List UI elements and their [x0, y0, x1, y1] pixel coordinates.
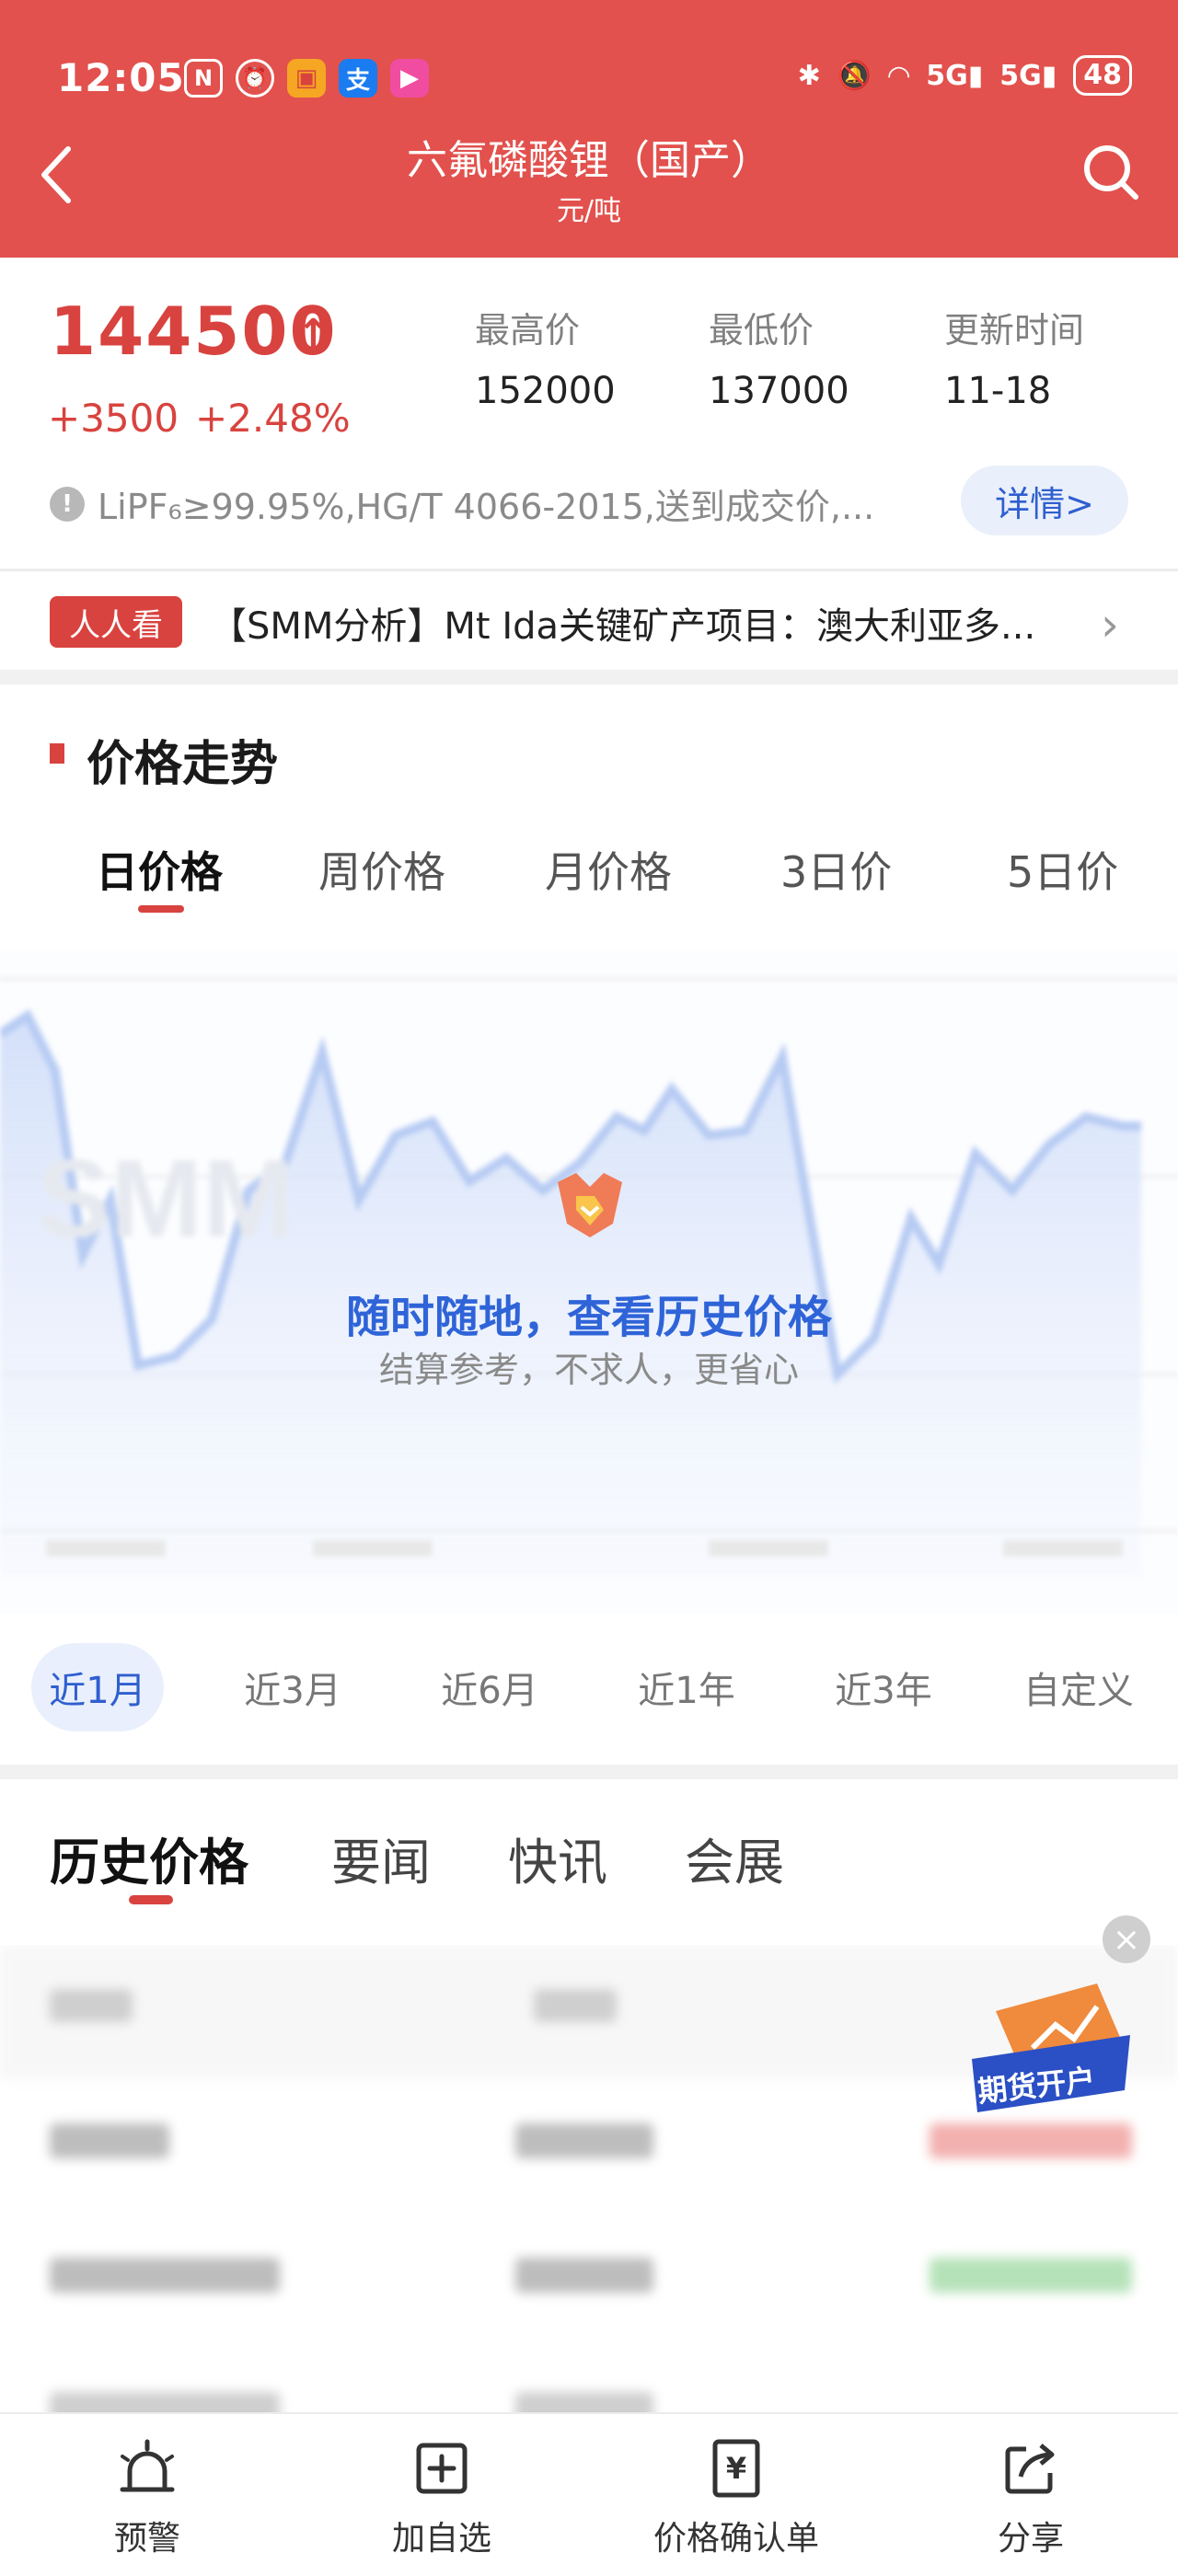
- high-price-label: 最高价: [475, 310, 581, 351]
- update-time-label: 更新时间: [944, 310, 1085, 351]
- status-system-icons: ✱ 🔕 ◠ 5G▮ 5G▮ 48: [798, 55, 1132, 96]
- ad-close-icon[interactable]: ×: [1103, 1915, 1150, 1963]
- svg-text:¥: ¥: [726, 2451, 746, 2486]
- range-1-year[interactable]: 近1年: [620, 1643, 753, 1731]
- bottom-navigation: 预警 加自选 ¥ 价格确认单 分享: [0, 2412, 1178, 2576]
- search-icon[interactable]: [1079, 140, 1143, 204]
- tab-5day-price[interactable]: 5日价: [1007, 839, 1118, 900]
- add-box-icon: [416, 2443, 468, 2494]
- update-time-value: 11-18: [944, 370, 1052, 412]
- tab-weekly-price[interactable]: 周价格: [318, 839, 445, 900]
- range-6-months[interactable]: 近6月: [423, 1643, 556, 1731]
- news-badge: 人人看: [50, 596, 182, 648]
- mute-icon: 🔕: [837, 59, 872, 92]
- nav-label-alert: 预警: [113, 2520, 180, 2558]
- divider: [0, 569, 1178, 571]
- yuan-receipt-icon: ¥: [712, 2439, 760, 2498]
- chevron-right-icon[interactable]: ›: [1101, 598, 1119, 651]
- current-price: 144500: [50, 293, 338, 370]
- price-change: +3500: [48, 396, 179, 441]
- spec-text: LiPF₆≥99.95%,HG/T 4066-2015,送到成交价,...: [98, 487, 875, 527]
- status-notification-icons: N ⏰ ▣ 支 ▶: [184, 59, 429, 98]
- alarm-icon: ⏰: [236, 59, 274, 98]
- high-price-value: 152000: [475, 370, 616, 412]
- page-unit: 元/吨: [556, 195, 622, 227]
- chart-lock-title[interactable]: 随时随地，查看历史价格: [0, 1281, 1178, 1345]
- section-divider: [0, 1765, 1178, 1779]
- low-price-value: 137000: [709, 370, 849, 412]
- bluetooth-icon: ✱: [797, 59, 821, 92]
- svg-text:SMM: SMM: [37, 1137, 294, 1260]
- lower-tab-active-indicator: [129, 1895, 173, 1904]
- tab-monthly-price[interactable]: 月价格: [545, 839, 672, 900]
- tab-flash-news[interactable]: 快讯: [508, 1822, 607, 1894]
- low-price-label: 最低价: [709, 310, 814, 351]
- status-time: 12:05: [57, 55, 185, 100]
- app-header: 12:05 N ⏰ ▣ 支 ▶ ✱ 🔕 ◠ 5G▮ 5G▮ 48 六氟磷酸锂（国…: [0, 0, 1178, 258]
- info-icon: !: [50, 486, 85, 522]
- chart-lock-subtitle: 结算参考，不求人，更省心: [378, 1350, 799, 1390]
- range-3-years[interactable]: 近3年: [817, 1643, 950, 1731]
- nav-add-watchlist[interactable]: 加自选: [331, 2436, 552, 2559]
- detail-button[interactable]: 详情>: [961, 466, 1128, 535]
- nav-label-add-watchlist: 加自选: [391, 2520, 491, 2558]
- signal-icon-2: 5G▮: [999, 59, 1057, 92]
- range-3-months[interactable]: 近3月: [226, 1643, 359, 1731]
- nav-share[interactable]: 分享: [920, 2436, 1141, 2559]
- spec-row: ! LiPF₆≥99.95%,HG/T 4066-2015,送到成交价,...: [50, 478, 874, 529]
- range-custom[interactable]: 自定义: [1012, 1643, 1145, 1731]
- signal-icon-1: 5G▮: [926, 59, 984, 92]
- tab-key-news[interactable]: 要闻: [331, 1822, 431, 1894]
- tab-exhibitions[interactable]: 会展: [685, 1822, 784, 1894]
- alipay-icon: 支: [339, 59, 377, 98]
- battery-icon: 48: [1073, 55, 1132, 96]
- smm-mascot-icon: [558, 1173, 622, 1237]
- share-icon: [1005, 2444, 1055, 2494]
- section-marker: [50, 743, 64, 764]
- red-packet-icon: ▣: [287, 59, 326, 98]
- nfc-icon: N: [184, 59, 223, 98]
- price-up-arrow-icon: ↑: [296, 311, 330, 358]
- section-title-trend: 价格走势: [87, 737, 279, 792]
- nav-label-price-confirmation: 价格确认单: [653, 2520, 819, 2558]
- page-title: 六氟磷酸锂（国产）: [407, 137, 771, 184]
- alarm-bell-icon: [120, 2439, 175, 2492]
- nav-price-confirmation[interactable]: ¥ 价格确认单: [626, 2436, 847, 2559]
- section-divider: [0, 670, 1178, 684]
- tab-3day-price[interactable]: 3日价: [780, 839, 892, 900]
- nav-label-share: 分享: [997, 2520, 1064, 2558]
- news-headline[interactable]: 【SMM分析】Mt Ida关键矿产项目：澳大利亚多...: [210, 596, 1066, 650]
- tab-daily-price[interactable]: 日价格: [96, 839, 223, 900]
- tab-price-history[interactable]: 历史价格: [50, 1822, 248, 1894]
- nav-alert[interactable]: 预警: [37, 2436, 258, 2559]
- tab-active-indicator: [138, 905, 184, 913]
- futures-account-ad[interactable]: 期货开户: [968, 1974, 1134, 2131]
- wifi-icon: ◠: [888, 59, 910, 92]
- table-row: [0, 2348, 1178, 2414]
- table-row: [0, 2214, 1178, 2348]
- video-app-icon: ▶: [390, 59, 429, 98]
- range-1-month[interactable]: 近1月: [31, 1643, 164, 1731]
- price-change-percent: +2.48%: [195, 396, 351, 441]
